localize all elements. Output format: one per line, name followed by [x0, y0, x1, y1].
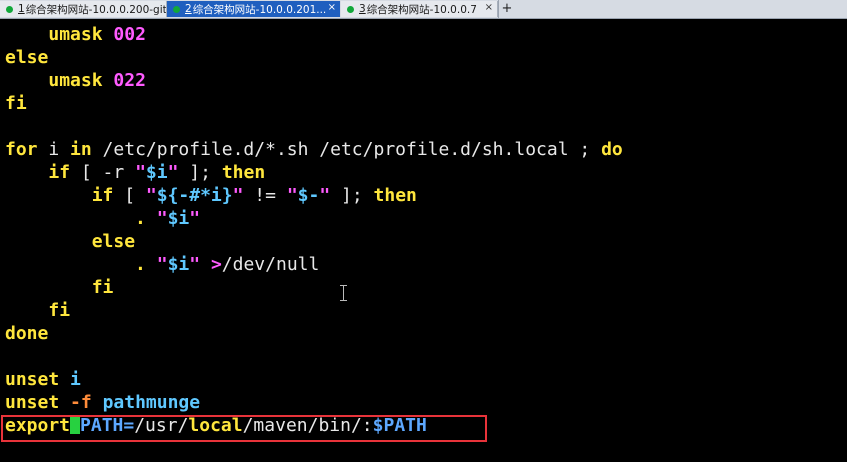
function-name: pathmunge	[102, 392, 201, 413]
keyword: unset	[5, 369, 60, 390]
tab-session-2[interactable]: 2 综合架构网站-10.0.0.201... ×	[167, 1, 340, 17]
keyword: fi	[5, 93, 27, 114]
redirect-path: /dev/null	[221, 254, 320, 275]
code-line: unset i	[5, 368, 81, 391]
code-line: if [ -r "$i" ]; then	[5, 161, 265, 184]
code-line: else	[5, 230, 135, 253]
tab-title: 综合架构网站-10.0.0.201...	[192, 3, 327, 16]
quote: "	[135, 162, 146, 183]
tab-number: 3	[359, 3, 366, 15]
redirect-operator: >	[200, 254, 222, 275]
code-line: for i in /etc/profile.d/*.sh /etc/profil…	[5, 138, 623, 161]
tab-number: 2	[185, 3, 192, 15]
code-line: unset -f pathmunge	[5, 391, 200, 414]
tab-title: 综合架构网站-10.0.0.7	[366, 3, 477, 16]
quote: "	[189, 254, 201, 275]
flag: -f	[70, 392, 92, 413]
new-tab-button[interactable]: +	[499, 0, 515, 18]
keyword: unset	[5, 392, 60, 413]
number: 002	[113, 24, 146, 45]
test-expr: [	[113, 185, 146, 206]
test-expr: !=	[243, 185, 287, 206]
connected-status-icon	[173, 5, 180, 13]
keyword: fi	[91, 277, 114, 298]
code-line: if [ "${-#*i}" != "$-" ]; then	[5, 184, 417, 207]
code-line: fi	[5, 299, 70, 322]
variable: $-	[297, 185, 320, 206]
test-expr: [ -r	[70, 162, 136, 183]
variable: $i	[167, 208, 190, 229]
keyword: umask	[48, 24, 103, 45]
terminal-area[interactable]: umask 002 else umask 022 fi for i in /et…	[0, 19, 847, 462]
quote: "	[286, 185, 298, 206]
tab-session-1[interactable]: 1 综合架构网站-10.0.0.200-git	[0, 1, 167, 17]
connected-status-icon	[6, 5, 13, 13]
ibeam-cursor-icon	[339, 285, 349, 301]
variable: $i	[167, 254, 190, 275]
loop-variable: i	[37, 139, 71, 160]
code-line: else	[5, 46, 48, 69]
test-expr: ];	[178, 162, 222, 183]
keyword: else	[5, 47, 49, 68]
tab-title: 综合架构网站-10.0.0.200-git	[25, 3, 167, 16]
quote: "	[156, 254, 168, 275]
variable: ${-#*i}	[156, 185, 233, 206]
number: 022	[113, 70, 146, 91]
code-line: umask 002	[5, 23, 146, 46]
variable: $i	[145, 162, 168, 183]
code-line: done	[5, 322, 48, 345]
code-line: umask 022	[5, 69, 146, 92]
keyword: then	[221, 162, 266, 183]
keyword: if	[91, 185, 114, 206]
highlight-annotation-box	[1, 415, 487, 442]
tab-number: 1	[18, 3, 25, 15]
quote: "	[145, 185, 157, 206]
quote: "	[189, 208, 201, 229]
keyword: for	[5, 139, 38, 160]
quote: "	[232, 185, 244, 206]
keyword: then	[373, 185, 417, 206]
quote: "	[319, 185, 331, 206]
keyword: if	[48, 162, 71, 183]
tab-session-3[interactable]: 3 综合架构网站-10.0.0.7 ×	[341, 1, 498, 17]
keyword: umask	[48, 70, 103, 91]
keyword: done	[5, 323, 49, 344]
code-line: . "$i"	[5, 207, 200, 230]
path-list: /etc/profile.d/*.sh /etc/profile.d/sh.lo…	[91, 139, 602, 160]
connected-status-icon	[347, 5, 354, 13]
keyword: in	[70, 139, 92, 160]
quote: "	[156, 208, 168, 229]
close-tab-icon[interactable]: ×	[485, 2, 493, 13]
keyword: else	[91, 231, 136, 252]
code-line: fi	[5, 276, 114, 299]
keyword: fi	[48, 300, 71, 321]
source-dot: .	[135, 208, 146, 229]
close-tab-icon[interactable]: ×	[328, 2, 336, 13]
quote: "	[167, 162, 179, 183]
test-expr: ];	[330, 185, 374, 206]
source-dot: .	[135, 254, 146, 275]
variable: i	[70, 369, 81, 390]
keyword: do	[601, 139, 623, 160]
code-line: fi	[5, 92, 27, 115]
tab-bar: 1 综合架构网站-10.0.0.200-git 2 综合架构网站-10.0.0.…	[0, 0, 847, 19]
code-line: . "$i" >/dev/null	[5, 253, 319, 276]
